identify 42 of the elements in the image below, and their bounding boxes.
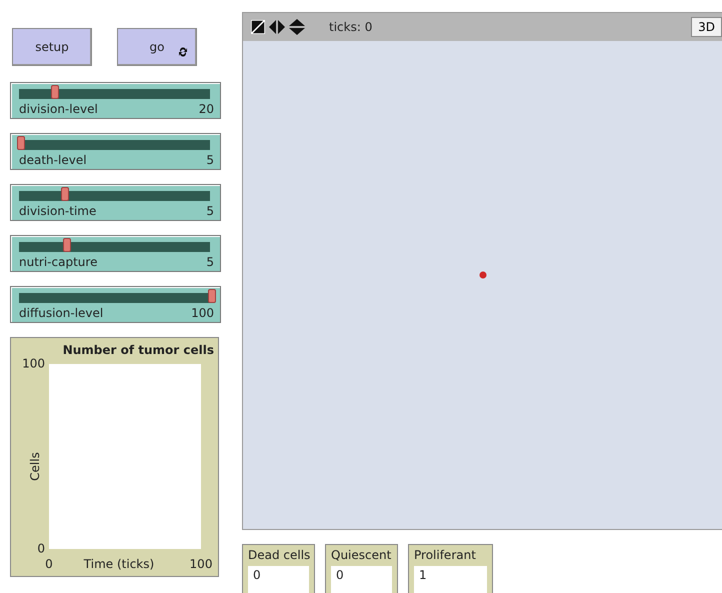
x-axis-label: Time (ticks) (84, 557, 154, 571)
y-tick-label: 100 (22, 356, 45, 370)
horizontal-arrows-icon[interactable] (269, 20, 285, 34)
wrap-icon[interactable] (251, 20, 265, 34)
slider[interactable]: diffusion-level 100 (10, 286, 221, 323)
slider[interactable]: death-level 5 (10, 133, 221, 170)
slider[interactable]: division-level 20 (10, 82, 221, 119)
slider-label: division-time (19, 204, 96, 218)
slider-value: 5 (206, 153, 214, 167)
repeat-icon (178, 47, 188, 57)
x-tick-label: 0 (45, 557, 53, 571)
slider-label: death-level (19, 153, 87, 167)
slider[interactable]: nutri-capture 5 (10, 235, 221, 272)
slider[interactable]: division-time 5 (10, 184, 221, 221)
slider-thumb[interactable] (17, 136, 25, 150)
y-axis-label: Cells (28, 452, 42, 481)
slider-thumb[interactable] (62, 238, 71, 252)
slider-value: 5 (206, 255, 214, 269)
slider-value: 20 (198, 102, 214, 116)
model-button[interactable]: go (117, 28, 197, 66)
slider-label: division-level (19, 102, 98, 116)
monitor-label: Quiescent (331, 548, 392, 562)
x-tick-label: 100 (190, 557, 212, 571)
monitor-label: Proliferant (414, 548, 477, 562)
slider-thumb[interactable] (208, 289, 216, 303)
vertical-arrows-icon[interactable] (289, 19, 305, 35)
3d-view-button[interactable]: 3D (691, 17, 722, 37)
plot-title: Number of tumor cells (62, 343, 214, 357)
ticks-counter: ticks: 0 (329, 20, 372, 34)
slider-label: nutri-capture (19, 255, 98, 269)
model-button[interactable]: setup (12, 28, 92, 66)
slider-value: 5 (206, 204, 214, 218)
monitor-label: Dead cells (248, 548, 309, 562)
monitor-value: 0 (331, 566, 392, 593)
monitor-value: 0 (248, 566, 309, 593)
slider-thumb[interactable] (51, 85, 60, 99)
y-tick-label: 0 (37, 541, 45, 556)
slider-thumb[interactable] (60, 187, 69, 201)
slider-label: diffusion-level (19, 306, 104, 320)
slider-value: 100 (191, 306, 214, 320)
turtle-dot (478, 271, 486, 279)
monitor-value: 1 (414, 566, 487, 593)
